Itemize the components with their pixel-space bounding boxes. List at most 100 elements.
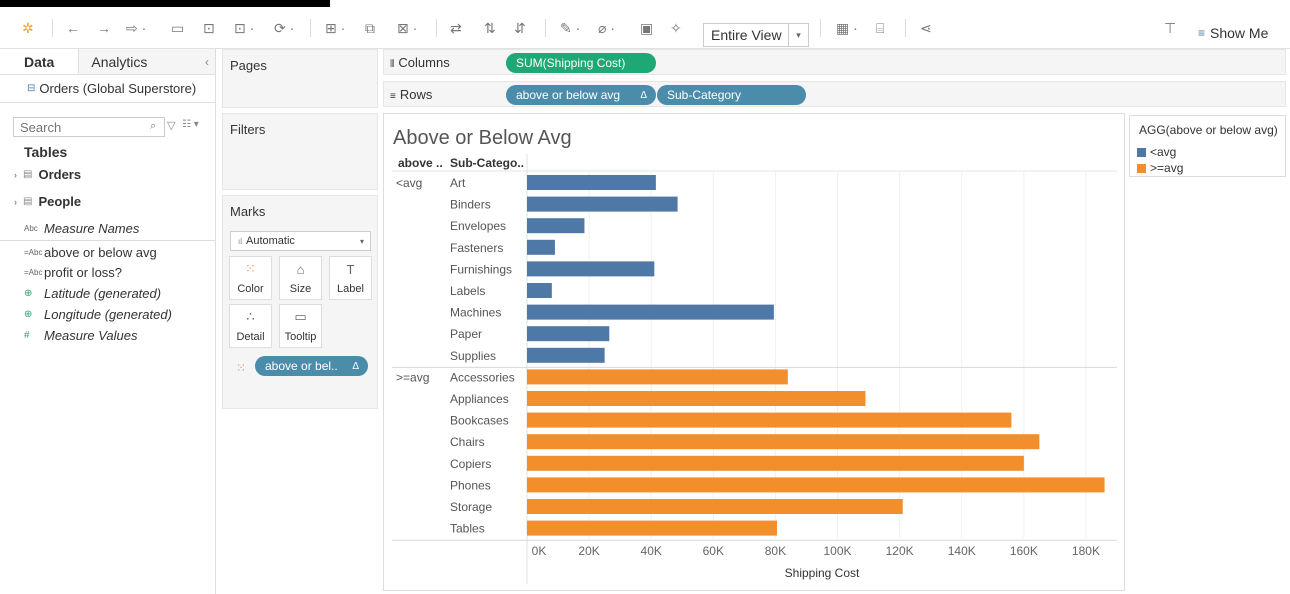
x-tick-label: 120K [886, 544, 914, 558]
category-label: Tables [450, 522, 485, 536]
chevron-down-icon[interactable]: ▾ [360, 237, 364, 246]
label-button[interactable]: T Label [329, 256, 372, 300]
bar [527, 175, 656, 190]
rows-pill-1-label: above or below avg [516, 88, 621, 102]
filters-card[interactable]: Filters [222, 113, 378, 190]
pin-view-icon[interactable]: ⊤ [1164, 16, 1176, 40]
table-people[interactable]: › ▤ People [14, 194, 81, 209]
field-measure-names[interactable]: Abc Measure Names [24, 221, 139, 236]
datasource-label: Orders (Global Superstore) [39, 81, 197, 96]
new-worksheet-icon[interactable]: ⊡ · [234, 16, 254, 40]
field-longitude[interactable]: ⊕ Longitude (generated) [24, 307, 172, 322]
color-pill-label: above or bel.. [265, 359, 338, 373]
share-icon[interactable]: ⋖ [920, 16, 932, 40]
show-me-icon: ≡ [1198, 26, 1206, 40]
search-input[interactable] [13, 117, 165, 137]
field-label: Latitude (generated) [44, 286, 162, 301]
datasource-item[interactable]: ⊟ Orders (Global Superstore) [0, 75, 215, 103]
legend-item-above[interactable]: >=avg [1137, 161, 1183, 175]
toolbar-separator [905, 19, 906, 37]
field-label: Measure Names [44, 221, 140, 236]
bar [527, 499, 903, 514]
divider [0, 240, 216, 241]
show-me-button[interactable]: ≡ Show Me [1198, 25, 1268, 41]
swap-icon[interactable]: ⇄ [450, 16, 462, 40]
category-label: Labels [450, 284, 485, 298]
bar [527, 347, 605, 363]
sort-ascending-icon[interactable]: ⇅ [484, 16, 496, 40]
pages-card[interactable]: Pages [222, 49, 378, 108]
tooltip-icon: ▭ [294, 309, 307, 324]
color-pill[interactable]: above or bel.. Δ [255, 356, 368, 376]
table-icon: ▤ [23, 169, 33, 180]
toolbar-separator [52, 19, 53, 37]
clear-sheet-icon[interactable]: ⊠ · [397, 16, 417, 40]
undo-icon[interactable]: ← [66, 16, 80, 40]
view-mode-select[interactable]: Entire View ▾ [703, 23, 809, 47]
collapse-icon[interactable]: ‹ [205, 55, 209, 69]
mark-type-select[interactable]: ıl Automatic ▾ [230, 231, 371, 251]
tab-analytics[interactable]: Analytics ‹ [79, 49, 215, 74]
detail-button[interactable]: ∴ Detail [229, 304, 272, 348]
columns-pill-shipping-cost[interactable]: SUM(Shipping Cost) [506, 53, 656, 73]
highlight-icon[interactable]: ✎ · [560, 16, 580, 40]
search-icon[interactable]: ⌕ [150, 120, 156, 133]
filter-icon[interactable]: ▽ [167, 119, 175, 132]
bar [527, 520, 777, 536]
redo-icon[interactable]: → [97, 16, 111, 40]
toolbar-separator [310, 19, 311, 37]
field-profit-or-loss[interactable]: =Abc profit or loss? [24, 265, 122, 280]
category-label: Accessories [450, 370, 515, 384]
field-label: Longitude (generated) [44, 307, 172, 322]
replay-icon[interactable]: ⇨ · [126, 16, 146, 40]
color-button[interactable]: ⁙ Color [229, 256, 272, 300]
data-pane-tabs: Data Analytics ‹ [0, 49, 215, 75]
chevron-down-icon[interactable]: ▾ [788, 24, 808, 46]
datasource-icon: ⊟ [27, 83, 36, 94]
pin-icon[interactable]: ✧ [670, 16, 682, 40]
sort-descending-icon[interactable]: ⇵ [514, 16, 526, 40]
presentation-icon[interactable]: ⌸ [876, 16, 884, 40]
field-above-or-below-avg[interactable]: =Abc above or below avg [24, 245, 157, 260]
duplicate-icon[interactable]: ⧉ [365, 16, 375, 40]
show-cards-icon[interactable]: ▦ · [836, 16, 858, 40]
bar [527, 326, 610, 342]
data-pane: Data Analytics ‹ ⊟ Orders (Global Supers… [0, 49, 216, 594]
size-icon: ⌂ [296, 262, 305, 277]
toolbar-separator [545, 19, 546, 37]
field-measure-values[interactable]: # Measure Values [24, 328, 137, 343]
group-icon[interactable]: ⌀ · [598, 16, 615, 40]
new-sheet-icon[interactable]: ⊞ · [325, 16, 345, 40]
color-legend: AGG(above or below avg) <avg >=avg [1129, 115, 1286, 177]
x-tick-label: 0K [532, 544, 547, 558]
string-type-icon: Abc [24, 224, 38, 233]
category-label: Supplies [450, 349, 496, 363]
rows-pill-sub-category[interactable]: Sub-Category [657, 85, 806, 105]
marks-card-title: Marks [230, 204, 266, 219]
view-options-icon[interactable]: ☷ ▾ [182, 119, 199, 130]
field-latitude[interactable]: ⊕ Latitude (generated) [24, 286, 161, 301]
columns-shelf[interactable]: ⦀ Columns SUM(Shipping Cost) [383, 49, 1286, 75]
color-icon: ⁙ [245, 261, 256, 276]
tooltip-button[interactable]: ▭ Tooltip [279, 304, 322, 348]
size-button[interactable]: ⌂ Size [279, 256, 322, 300]
label-icon: T [346, 262, 355, 277]
refresh-icon[interactable]: ⟳ · [274, 16, 294, 40]
bar-chart: <avg Art Binders Envelopes Fasteners Furnishi… [392, 154, 1117, 584]
category-label: Storage [450, 500, 492, 514]
rows-shelf[interactable]: ≡ Rows above or below avg Δ Sub-Category [383, 81, 1286, 107]
tab-data[interactable]: Data [0, 49, 80, 74]
table-orders[interactable]: › ▤ Orders [14, 167, 81, 182]
bar [527, 434, 1040, 450]
category-label: Machines [450, 306, 501, 320]
expand-icon[interactable]: › [14, 170, 17, 180]
new-datasource-icon[interactable]: ⊡ [203, 16, 215, 40]
columns-pill-label: SUM(Shipping Cost) [516, 56, 626, 70]
save-icon[interactable]: ▭ [171, 16, 184, 40]
tableau-logo-icon[interactable]: ✲ [22, 16, 34, 40]
calculated-string-icon: =Abc [24, 268, 43, 277]
label-marks-icon[interactable]: ▣ [640, 16, 653, 40]
expand-icon[interactable]: › [14, 197, 17, 207]
legend-item-below[interactable]: <avg [1137, 145, 1176, 159]
rows-pill-above-or-below-avg[interactable]: above or below avg Δ [506, 85, 656, 105]
